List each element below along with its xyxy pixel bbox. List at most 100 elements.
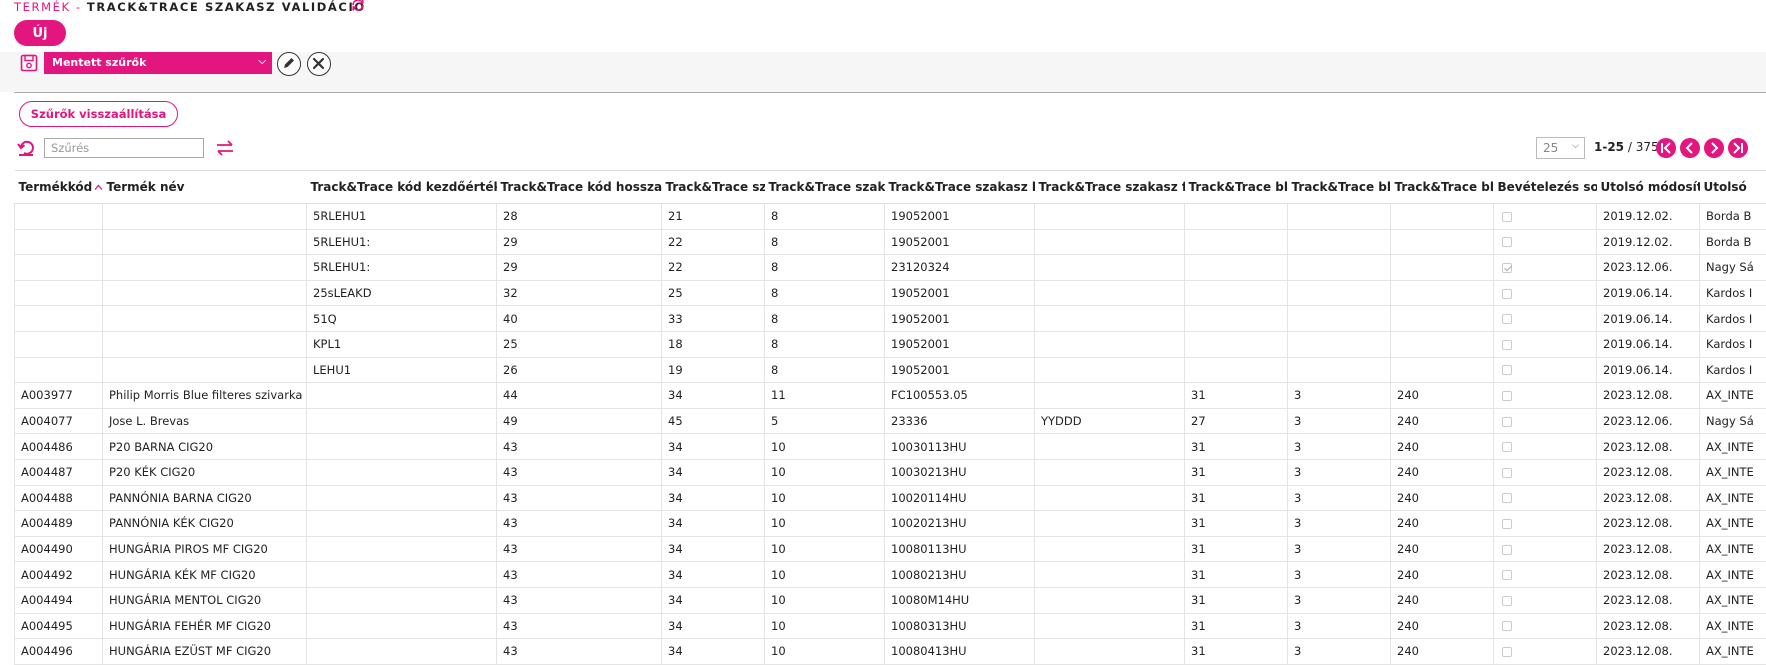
table-cell: 34	[662, 562, 765, 588]
last-page-button[interactable]	[1728, 138, 1748, 158]
table-cell: 31	[1185, 536, 1288, 562]
table-row[interactable]: A004495HUNGÁRIA FEHÉR MF CIG204334101008…	[15, 613, 1766, 639]
table-cell: 8	[765, 280, 885, 306]
table-cell	[307, 383, 497, 409]
table-cell: 2023.12.08.	[1597, 613, 1700, 639]
row-checkbox[interactable]	[1502, 519, 1512, 529]
column-header[interactable]: Bevételezés sor	[1494, 171, 1597, 204]
table-row[interactable]: A004489PANNÓNIA KÉK CIG2043341010020213H…	[15, 511, 1766, 537]
row-checkbox[interactable]	[1502, 493, 1512, 503]
column-header[interactable]: Utolsó	[1700, 171, 1766, 204]
table-cell: 10080413HU	[885, 639, 1035, 665]
column-header[interactable]: Termékkód	[15, 171, 103, 204]
table-cell: 34	[662, 485, 765, 511]
table-cell: PANNÓNIA BARNA CIG20	[103, 485, 307, 511]
delete-filter-button[interactable]	[307, 52, 331, 76]
table-cell: 8	[765, 255, 885, 281]
swap-icon[interactable]	[214, 137, 236, 159]
table-row[interactable]: A004494HUNGÁRIA MENTOL CIG2043341010080M…	[15, 587, 1766, 613]
row-checkbox[interactable]	[1502, 570, 1512, 580]
breadcrumb[interactable]: TERMÉK -	[14, 0, 82, 14]
table-cell: 2019.12.02.	[1597, 229, 1700, 255]
row-checkbox[interactable]	[1502, 596, 1512, 606]
column-header[interactable]: Track&Trace blo	[1288, 171, 1391, 204]
table-cell	[1391, 229, 1494, 255]
row-checkbox[interactable]	[1502, 314, 1512, 324]
save-icon[interactable]	[19, 53, 39, 73]
table-cell	[1185, 280, 1288, 306]
row-checkbox[interactable]	[1502, 442, 1512, 452]
refresh-icon[interactable]	[350, 0, 366, 13]
undo-icon[interactable]	[16, 138, 36, 158]
reset-filters-button[interactable]: Szűrők visszaállítása	[19, 101, 178, 127]
row-checkbox[interactable]	[1502, 545, 1512, 555]
search-input[interactable]	[44, 138, 204, 158]
table-row[interactable]: 25sLEAKD32258190520012019.06.14.Kardos I	[15, 280, 1766, 306]
table-row[interactable]: 51Q40338190520012019.06.14.Kardos I	[15, 306, 1766, 332]
column-header[interactable]: Track&Trace szaka:	[765, 171, 885, 204]
table-cell: Kardos I	[1700, 280, 1766, 306]
edit-filter-button[interactable]	[277, 52, 301, 76]
table-cell: 31	[1185, 562, 1288, 588]
row-checkbox[interactable]	[1502, 237, 1512, 247]
sort-asc-icon[interactable]	[94, 183, 102, 192]
table-row[interactable]: A004487P20 KÉK CIG2043341010030213HU3132…	[15, 459, 1766, 485]
row-checkbox[interactable]	[1502, 289, 1512, 299]
table-cell	[15, 331, 103, 357]
column-header[interactable]: Track&Trace szakasz ha	[885, 171, 1035, 204]
table-cell: 31	[1185, 613, 1288, 639]
row-checkbox[interactable]	[1502, 647, 1512, 657]
table-row[interactable]: 5RLEHU128218190520012019.12.02.Borda B	[15, 204, 1766, 230]
table-cell: 3	[1288, 587, 1391, 613]
row-checkbox[interactable]	[1502, 263, 1512, 273]
table-row[interactable]: A004486P20 BARNA CIG2043341010030113HU31…	[15, 434, 1766, 460]
table-cell	[307, 408, 497, 434]
table-cell-checkbox	[1494, 306, 1597, 332]
new-button[interactable]: Új	[14, 20, 66, 46]
table-cell: HUNGÁRIA MENTOL CIG20	[103, 587, 307, 613]
row-checkbox[interactable]	[1502, 417, 1512, 427]
table-row[interactable]: A004490HUNGÁRIA PIROS MF CIG204334101008…	[15, 536, 1766, 562]
column-header[interactable]: Track&Trace kód kezdőérték	[307, 171, 497, 204]
row-checkbox[interactable]	[1502, 391, 1512, 401]
row-checkbox[interactable]	[1502, 621, 1512, 631]
table-row[interactable]: KPL125188190520012019.06.14.Kardos I	[15, 331, 1766, 357]
column-header[interactable]: Termék név	[103, 171, 307, 204]
table-cell: 2023.12.06.	[1597, 255, 1700, 281]
table-row[interactable]: A004496HUNGÁRIA EZÜST MF CIG204334101008…	[15, 639, 1766, 665]
table-row[interactable]: 5RLEHU1:29228231203242023.12.06.Nagy Sá	[15, 255, 1766, 281]
table-row[interactable]: A004488PANNÓNIA BARNA CIG204334101002011…	[15, 485, 1766, 511]
table-cell: 2023.12.06.	[1597, 408, 1700, 434]
table-cell: Philip Morris Blue filteres szivarka 17	[103, 383, 307, 409]
column-header[interactable]: Track&Trace szakasz fo	[1035, 171, 1185, 204]
page-size-select[interactable]: 25 ⌵	[1536, 137, 1585, 159]
row-checkbox[interactable]	[1502, 212, 1512, 222]
table-cell	[103, 255, 307, 281]
table-cell: 40	[497, 306, 662, 332]
column-header[interactable]: Track&Trace blo	[1185, 171, 1288, 204]
table-cell: 23336	[885, 408, 1035, 434]
table-row[interactable]: 5RLEHU1:29228190520012019.12.02.Borda B	[15, 229, 1766, 255]
column-header[interactable]: Track&Trace kód hossza	[497, 171, 662, 204]
table-cell	[103, 306, 307, 332]
row-checkbox[interactable]	[1502, 468, 1512, 478]
column-header[interactable]: Track&Trace sza	[662, 171, 765, 204]
table-cell: 5	[765, 408, 885, 434]
table-row[interactable]: A003977Philip Morris Blue filteres sziva…	[15, 383, 1766, 409]
next-page-button[interactable]	[1704, 138, 1724, 158]
table-cell-checkbox	[1494, 280, 1597, 306]
table-cell: 31	[1185, 587, 1288, 613]
table-row[interactable]: A004492HUNGÁRIA KÉK MF CIG20433410100802…	[15, 562, 1766, 588]
row-checkbox[interactable]	[1502, 340, 1512, 350]
column-header[interactable]: Utolsó módosítá	[1597, 171, 1700, 204]
prev-page-button[interactable]	[1680, 138, 1700, 158]
table-row[interactable]: A004077Jose L. Brevas4945523336YYDDD2732…	[15, 408, 1766, 434]
table-cell	[103, 357, 307, 383]
table-row[interactable]: LEHU126198190520012019.06.14.Kardos I	[15, 357, 1766, 383]
row-checkbox[interactable]	[1502, 365, 1512, 375]
first-page-button[interactable]	[1656, 138, 1676, 158]
column-header[interactable]: Track&Trace blo	[1391, 171, 1494, 204]
saved-filters-select[interactable]: Mentett szűrők ⌵	[44, 52, 272, 74]
table-cell: 240	[1391, 587, 1494, 613]
table-cell	[307, 536, 497, 562]
